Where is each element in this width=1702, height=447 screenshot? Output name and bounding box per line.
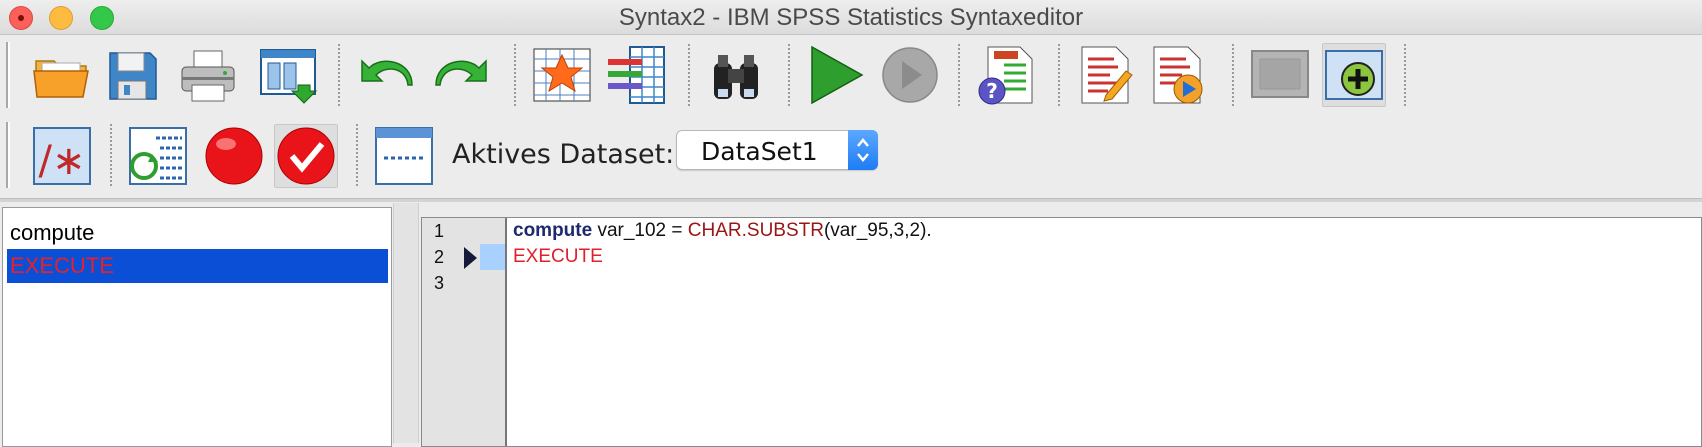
print-icon [181, 50, 235, 102]
run-to-end-button[interactable] [1146, 43, 1210, 107]
execute-keyword: EXECUTE [513, 246, 603, 267]
run-button[interactable] [804, 43, 868, 107]
goto-data-icon [533, 48, 591, 102]
current-line-marker-icon [464, 247, 477, 269]
chevron-updown-icon [848, 130, 878, 170]
compute-keyword: compute [513, 220, 593, 241]
print-button[interactable] [176, 43, 240, 107]
line-number-gutter[interactable]: 1 2 3 [422, 218, 507, 446]
redo-icon [435, 59, 487, 86]
refresh-button[interactable] [126, 124, 190, 188]
save-button[interactable] [100, 43, 164, 107]
active-dataset-label: Aktives Dataset: [452, 139, 675, 170]
active-dataset-value: DataSet1 [701, 137, 818, 166]
recall-dialog-icon [260, 49, 318, 104]
variables-icon [608, 46, 665, 104]
goto-data-button[interactable] [530, 43, 594, 107]
add-button[interactable] [1322, 43, 1386, 107]
undo-button[interactable] [356, 43, 420, 107]
title-bar: Syntax2 - IBM SPSS Statistics Syntaxedit… [0, 0, 1702, 35]
comment-button[interactable]: /∗ [30, 124, 94, 188]
save-icon [109, 52, 157, 100]
main-toolbar: ? [0, 36, 1702, 114]
run-icon [811, 45, 864, 105]
add-icon [1325, 50, 1383, 100]
syntax-toolbar: /∗ Aktives Dataset: DataSet1 [0, 116, 1702, 196]
active-dataset-select[interactable]: DataSet1 [676, 130, 878, 170]
syntax-editor[interactable]: 1 2 3 compute var_102 = CHAR.SUBSTR(var_… [421, 217, 1702, 447]
undo-icon [361, 59, 413, 86]
recall-dialog-button[interactable] [256, 43, 320, 107]
breakpoint-button[interactable] [202, 124, 266, 188]
toolbar-divider [0, 198, 1702, 202]
code-line-1[interactable]: compute var_102 = CHAR.SUBSTR(var_95,3,2… [513, 218, 932, 244]
find-button[interactable] [704, 43, 768, 107]
svg-text:?: ? [986, 79, 998, 103]
breakpoint-icon [205, 127, 263, 185]
line-number: 3 [434, 273, 445, 293]
syntax-help-icon [1081, 46, 1133, 104]
line-number: 1 [434, 221, 445, 241]
window-icon [375, 127, 433, 185]
help-button[interactable]: ? [974, 43, 1038, 107]
variables-button[interactable] [604, 43, 668, 107]
stop-button[interactable] [878, 43, 942, 107]
run-to-end-icon [1153, 46, 1203, 104]
open-folder-icon [33, 60, 89, 98]
navigation-pane: compute EXECUTE [2, 207, 392, 447]
comment-icon: /∗ [33, 127, 91, 185]
designate-window-button[interactable] [1248, 43, 1312, 107]
svg-text:/∗: /∗ [39, 138, 86, 184]
designate-window-icon [1251, 50, 1309, 98]
code-text: (var_95,3,2). [823, 220, 932, 241]
open-button[interactable] [30, 43, 94, 107]
code-line-2[interactable]: EXECUTE [513, 244, 603, 270]
find-icon [714, 55, 758, 99]
window-button[interactable] [372, 124, 436, 188]
toolbar-grip[interactable] [6, 42, 10, 108]
stop-icon [882, 47, 938, 103]
validate-icon [277, 127, 335, 185]
function-name: CHAR.SUBSTR [687, 220, 824, 241]
code-text: var_102 = [592, 220, 688, 241]
nav-item-execute[interactable]: EXECUTE [7, 249, 388, 283]
refresh-icon [129, 127, 187, 185]
validate-button[interactable] [274, 124, 338, 188]
toolbar-grip[interactable] [6, 122, 10, 188]
help-icon: ? [978, 46, 1033, 105]
current-line-highlight [480, 244, 505, 270]
line-number: 2 [434, 247, 445, 267]
syntax-help-button[interactable] [1074, 43, 1138, 107]
redo-button[interactable] [428, 43, 492, 107]
nav-item-compute[interactable]: compute [7, 216, 388, 250]
window-title: Syntax2 - IBM SPSS Statistics Syntaxedit… [618, 4, 1084, 31]
pane-splitter[interactable] [393, 203, 419, 443]
